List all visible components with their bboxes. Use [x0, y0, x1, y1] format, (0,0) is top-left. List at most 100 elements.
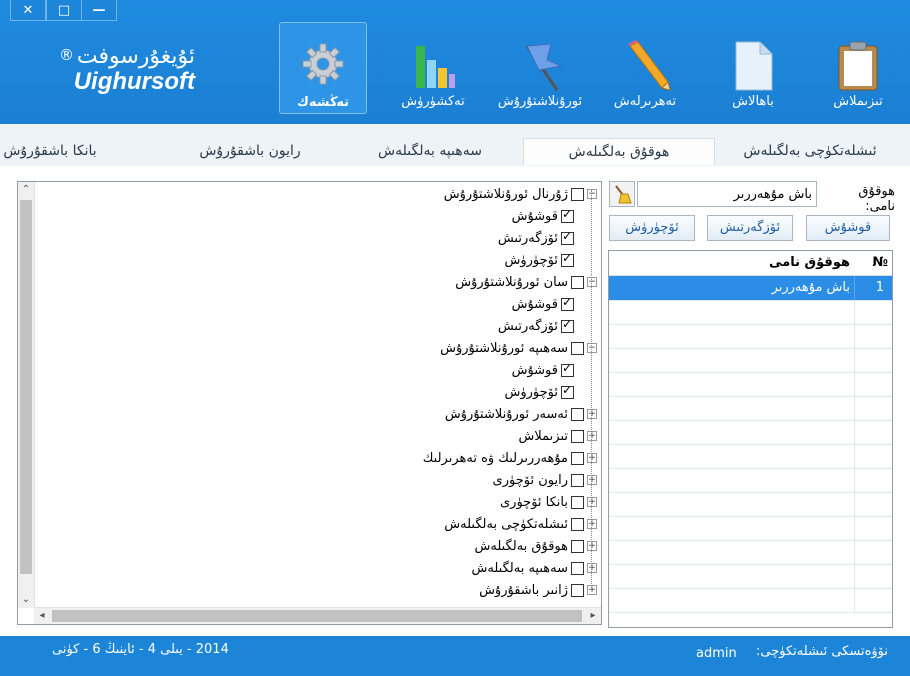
- tree-checkbox[interactable]: [561, 383, 574, 399]
- tree-checkbox[interactable]: [571, 429, 584, 443]
- scroll-thumb[interactable]: [20, 200, 32, 574]
- toolbar-register-label: تىزىملاش: [833, 94, 883, 109]
- tree-checkbox[interactable]: [571, 583, 584, 597]
- expand-icon[interactable]: +: [587, 475, 597, 485]
- grid-cell-name: [609, 540, 855, 564]
- tree-checkbox[interactable]: [571, 539, 584, 553]
- tree-node-label: سەھىپە ئورۇنلاشتۇرۇش: [440, 340, 568, 356]
- close-button[interactable]: ✕: [10, 0, 46, 21]
- scroll-thumb-horizontal[interactable]: [52, 610, 582, 622]
- collapse-icon[interactable]: −: [587, 343, 597, 353]
- tree-checkbox[interactable]: [561, 317, 574, 333]
- tree-checkbox[interactable]: [561, 251, 574, 267]
- grid-cell-name: [609, 300, 855, 324]
- tree-checkbox[interactable]: [571, 561, 584, 575]
- brand-name-uyghur: ئۇيغۇرسوفت: [76, 44, 195, 69]
- toolbar-edit[interactable]: تەھرىرلەش: [602, 22, 688, 112]
- tree-checkbox[interactable]: [561, 229, 574, 245]
- collapse-icon[interactable]: −: [587, 189, 597, 199]
- tree-checkbox[interactable]: [571, 341, 584, 355]
- grid-cell-name: [609, 324, 855, 348]
- expand-icon[interactable]: +: [587, 453, 597, 463]
- expand-icon[interactable]: +: [587, 431, 597, 441]
- tab-permission-settings[interactable]: ھوقۇق بەلگىلەش: [523, 138, 715, 165]
- grid-row[interactable]: باش مۇھەررىر 1: [609, 276, 892, 301]
- permission-grid: № ھوقۇق نامى باش مۇھەررىر 1: [608, 250, 893, 628]
- toolbar-check[interactable]: تەكشۈرۈش: [390, 22, 476, 112]
- toolbar-arrange[interactable]: ئورۇنلاشتۇرۇش: [497, 22, 583, 112]
- scroll-left-icon[interactable]: ◂: [34, 608, 50, 624]
- expand-icon[interactable]: +: [587, 519, 597, 529]
- tree-child-node[interactable]: ئۆچۈرۈش: [504, 250, 574, 270]
- document-icon: [735, 41, 773, 91]
- tree-node-label: ئۆزگەرتىش: [497, 230, 558, 246]
- brand-logo: ® ئۇيغۇرسوفت Uighursoft: [55, 44, 195, 94]
- expand-icon[interactable]: +: [587, 541, 597, 551]
- expand-icon[interactable]: +: [587, 409, 597, 419]
- grid-cell-name: [609, 468, 855, 492]
- tree-node[interactable]: + ژانىر باشقۇرۇش: [479, 580, 597, 600]
- clear-button[interactable]: [609, 181, 635, 207]
- tree-checkbox[interactable]: [571, 275, 584, 289]
- tree-checkbox[interactable]: [571, 495, 584, 509]
- scroll-down-icon[interactable]: ⌄: [18, 592, 34, 608]
- permission-name-input[interactable]: باش مۇھەررىر: [637, 181, 817, 207]
- app-header: ✕ □ — ® ئۇيغۇرسوفت Uighursoft تەڭشەك تەك…: [0, 0, 910, 124]
- tree-child-node[interactable]: ئۆزگەرتىش: [498, 316, 574, 336]
- tree-checkbox[interactable]: [571, 407, 584, 421]
- tree-node[interactable]: + ئىشلەتكۈچى بەلگىلەش: [444, 514, 597, 534]
- tab-region-management[interactable]: رايون باشقۇرۇش: [160, 138, 340, 164]
- toolbar-register[interactable]: تىزىملاش: [815, 22, 901, 112]
- scroll-right-icon[interactable]: ▸: [585, 608, 601, 624]
- tree-node-label: ژۇرنال ئورۇنلاشتۇرۇش: [443, 186, 568, 202]
- expand-icon[interactable]: +: [587, 585, 597, 595]
- expand-icon[interactable]: +: [587, 563, 597, 573]
- grid-cell-name: [609, 516, 855, 540]
- tab-bank-management[interactable]: بانكا باشقۇرۇش: [0, 138, 100, 164]
- modify-button[interactable]: ئۆزگەرتىش: [707, 215, 793, 241]
- tree-checkbox[interactable]: [571, 451, 584, 465]
- tree-node[interactable]: − سەھىپە ئورۇنلاشتۇرۇش: [440, 338, 597, 358]
- tree-checkbox[interactable]: [561, 207, 574, 223]
- tree-checkbox[interactable]: [561, 361, 574, 377]
- restore-button[interactable]: □: [46, 0, 82, 21]
- tree-node[interactable]: + ھوقۇق بەلگىلەش: [474, 536, 597, 556]
- tab-user-settings[interactable]: ئىشلەتكۈچى بەلگىلەش: [720, 138, 900, 164]
- tree-node[interactable]: − سان ئورۇنلاشتۇرۇش: [455, 272, 597, 292]
- tree-node[interactable]: + ئەسەر ئورۇنلاشتۇرۇش: [445, 404, 597, 424]
- grid-cell-name: [609, 444, 855, 468]
- tree-checkbox[interactable]: [561, 295, 574, 311]
- tree-node[interactable]: − ژۇرنال ئورۇنلاشتۇرۇش: [444, 184, 597, 204]
- tree-node[interactable]: + تىزىملاش: [519, 426, 597, 446]
- delete-button[interactable]: ئۆچۈرۈش: [609, 215, 695, 241]
- collapse-icon[interactable]: −: [587, 277, 597, 287]
- tree-child-node[interactable]: ئۆچۈرۈش: [504, 382, 574, 402]
- status-bar: نۆۋەتسكى ئىشلەتكۈچى: admin 2014 - يىلى 4…: [0, 636, 910, 676]
- scroll-up-icon[interactable]: ⌃: [18, 182, 34, 198]
- tree-checkbox[interactable]: [571, 517, 584, 531]
- expand-icon[interactable]: +: [587, 497, 597, 507]
- toolbar-evaluate[interactable]: باھالاش: [710, 22, 796, 112]
- tree-horizontal-scrollbar[interactable]: ◂ ▸: [34, 607, 601, 624]
- tree-child-node[interactable]: قوشۇش: [512, 294, 574, 314]
- tab-column-settings[interactable]: سەھىپە بەلگىلەش: [340, 138, 520, 164]
- tree-node[interactable]: + سەھىپە بەلگىلەش: [472, 558, 597, 578]
- tree-child-node[interactable]: ئۆزگەرتىش: [498, 228, 574, 248]
- tree-node[interactable]: + رايون ئۆچۈرى: [493, 470, 597, 490]
- tree-node-label: سەھىپە بەلگىلەش: [471, 560, 568, 576]
- tree-child-node[interactable]: قوشۇش: [512, 206, 574, 226]
- permission-tree[interactable]: − ژۇرنال ئورۇنلاشتۇرۇش قوشۇش ئۆزگەرتىش ئۆچۈر…: [17, 181, 602, 625]
- tree-checkbox[interactable]: [571, 187, 584, 201]
- tree-checkbox[interactable]: [571, 473, 584, 487]
- toolbar-settings[interactable]: تەڭشەك: [279, 22, 367, 114]
- bar-chart-icon: [416, 46, 455, 88]
- tree-node[interactable]: + مۇھەررىرلىك ۋە تەھرىرلىك: [423, 448, 597, 468]
- add-button[interactable]: قوشۇش: [806, 215, 890, 241]
- tree-vertical-scrollbar[interactable]: ⌃ ⌄: [18, 182, 35, 608]
- tree-node-label: مۇھەررىرلىك ۋە تەھرىرلىك: [422, 450, 568, 466]
- minimize-button[interactable]: —: [81, 0, 117, 21]
- tree-node[interactable]: + بانكا ئۆچۈرى: [500, 492, 597, 512]
- tree-node-label: قوشۇش: [511, 208, 558, 224]
- broom-icon: [615, 185, 632, 204]
- tree-child-node[interactable]: قوشۇش: [512, 360, 574, 380]
